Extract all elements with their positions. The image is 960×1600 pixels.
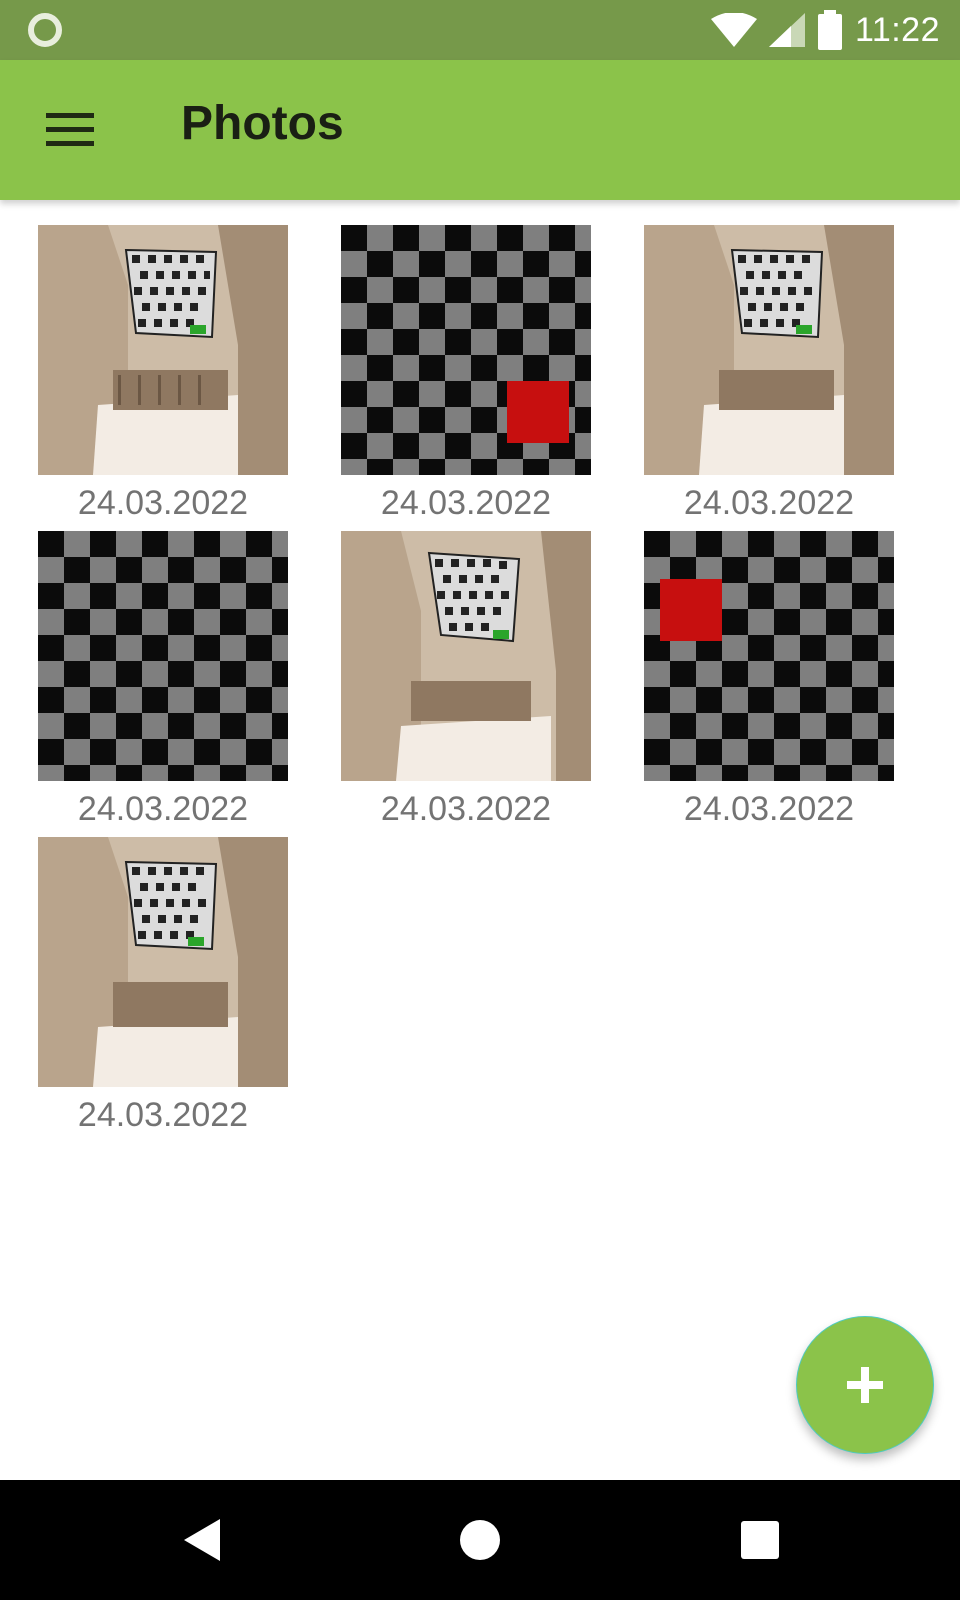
plus-icon bbox=[847, 1367, 883, 1403]
circle-notification-icon bbox=[28, 13, 62, 47]
back-icon bbox=[184, 1519, 220, 1561]
recents-button[interactable] bbox=[730, 1510, 790, 1570]
photo-date: 24.03.2022 bbox=[380, 790, 552, 828]
photo-thumbnail[interactable] bbox=[38, 531, 288, 781]
photo-date: 24.03.2022 bbox=[77, 484, 249, 522]
photo-thumbnail[interactable] bbox=[644, 225, 894, 475]
wifi-icon bbox=[710, 13, 757, 47]
hamburger-menu-icon bbox=[46, 113, 94, 146]
photo-thumbnail[interactable] bbox=[38, 837, 288, 1087]
photo-item[interactable]: 24.03.2022 bbox=[38, 225, 288, 525]
back-button[interactable] bbox=[172, 1510, 232, 1570]
home-button[interactable] bbox=[450, 1510, 510, 1570]
add-photo-button[interactable] bbox=[796, 1316, 934, 1454]
photo-grid: 24.03.2022 24.03.2022 24.03.2022 24.03.2… bbox=[38, 225, 938, 1137]
app-bar: Photos bbox=[0, 60, 960, 200]
photo-item[interactable]: 24.03.2022 bbox=[38, 531, 288, 831]
menu-button[interactable] bbox=[36, 100, 104, 160]
photo-date: 24.03.2022 bbox=[683, 484, 855, 522]
photo-date: 24.03.2022 bbox=[380, 484, 552, 522]
page-title: Photos bbox=[181, 97, 344, 150]
photo-item[interactable]: 24.03.2022 bbox=[38, 837, 288, 1137]
navigation-bar bbox=[0, 1480, 960, 1600]
photo-thumbnail[interactable] bbox=[341, 225, 591, 475]
photo-thumbnail[interactable] bbox=[38, 225, 288, 475]
photo-item[interactable]: 24.03.2022 bbox=[341, 225, 591, 525]
photo-thumbnail[interactable] bbox=[644, 531, 894, 781]
home-icon bbox=[460, 1520, 500, 1560]
photo-thumbnail[interactable] bbox=[341, 531, 591, 781]
photo-date: 24.03.2022 bbox=[683, 790, 855, 828]
photo-item[interactable]: 24.03.2022 bbox=[644, 225, 894, 525]
status-bar: 11:22 bbox=[0, 0, 960, 60]
battery-icon bbox=[817, 10, 843, 50]
red-square-marker bbox=[660, 579, 722, 641]
photo-item[interactable]: 24.03.2022 bbox=[644, 531, 894, 831]
recents-icon bbox=[741, 1521, 779, 1559]
cell-signal-icon bbox=[768, 13, 805, 47]
photo-item[interactable]: 24.03.2022 bbox=[341, 531, 591, 831]
photo-date: 24.03.2022 bbox=[77, 1096, 249, 1134]
photo-date: 24.03.2022 bbox=[77, 790, 249, 828]
status-indicators: 11:22 bbox=[710, 0, 940, 60]
red-square-marker bbox=[507, 381, 569, 443]
status-time: 11:22 bbox=[854, 10, 940, 49]
